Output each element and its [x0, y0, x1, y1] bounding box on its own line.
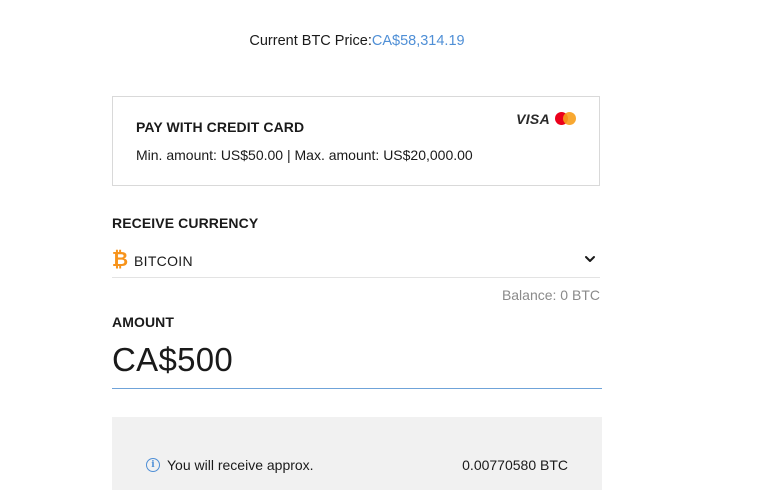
selected-currency: BITCOIN [134, 252, 193, 269]
payment-limits: Min. amount: US$50.00 | Max. amount: US$… [136, 147, 473, 163]
bitcoin-icon: ₿ [111, 249, 129, 271]
receive-estimate-label: You will receive approx. [167, 457, 314, 473]
mastercard-logo [555, 112, 577, 126]
receive-currency-label: RECEIVE CURRENCY [112, 215, 259, 231]
info-icon: i [146, 458, 160, 472]
price-label: Current BTC Price: [249, 33, 372, 49]
card-logos: VISA [516, 111, 577, 127]
currency-select[interactable]: ₿ BITCOIN [112, 244, 600, 278]
buy-crypto-page: Current BTC Price:CA$58,314.19 PAY WITH … [0, 0, 768, 490]
visa-logo: VISA [516, 111, 550, 127]
receive-estimate-value: 0.00770580 BTC [462, 457, 568, 473]
receive-estimate-row: i You will receive approx. [146, 457, 314, 473]
amount-field [112, 338, 602, 389]
payment-method-card[interactable]: PAY WITH CREDIT CARD Min. amount: US$50.… [112, 96, 600, 186]
amount-label: AMOUNT [112, 314, 175, 330]
chevron-down-icon[interactable] [584, 253, 596, 265]
payment-method-title: PAY WITH CREDIT CARD [136, 119, 305, 135]
amount-input[interactable] [112, 338, 602, 382]
price-value: CA$58,314.19 [371, 33, 465, 49]
receive-estimate-panel: i You will receive approx. 0.00770580 BT… [112, 417, 602, 490]
balance-text: Balance: 0 BTC [501, 287, 600, 303]
current-price-line: Current BTC Price:CA$58,314.19 [0, 33, 714, 49]
